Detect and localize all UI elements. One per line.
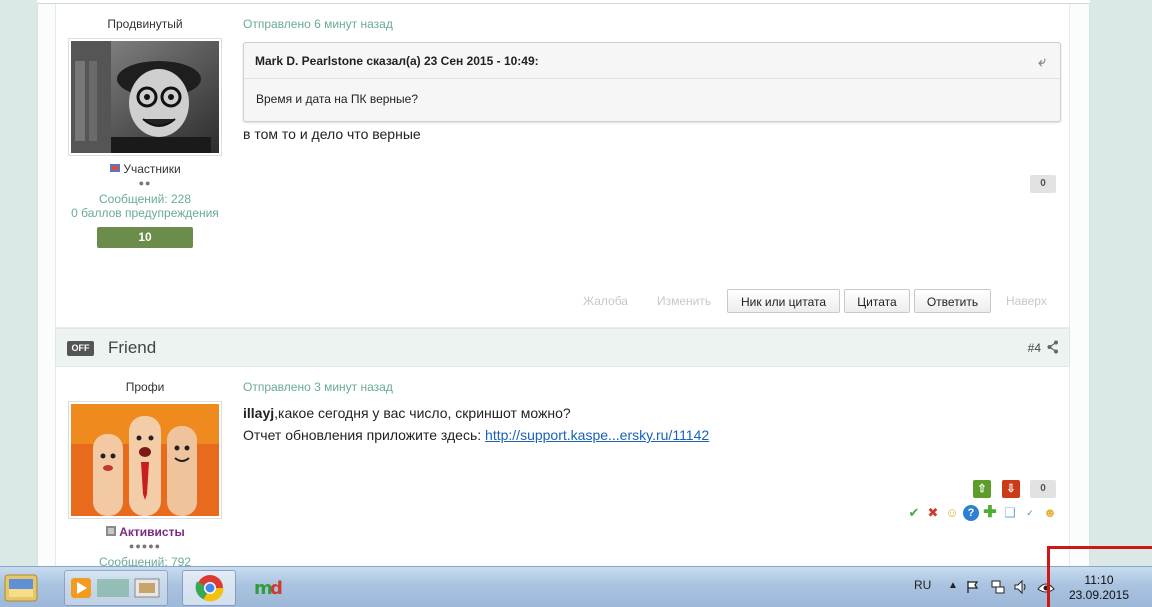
quote-header: Mark D. Pearlstone сказал(а) 23 Сен 2015… <box>244 43 1060 79</box>
taskbar-app-md[interactable]: m d <box>248 570 296 606</box>
group-icon <box>105 525 117 537</box>
plus-icon[interactable]: ✚ <box>982 505 998 521</box>
taskbar-app-chrome[interactable] <box>182 570 236 606</box>
edit-link[interactable]: Изменить <box>657 289 711 313</box>
message-line-1: ,какое сегодня у вас число, скриншот мож… <box>274 405 571 421</box>
forum-post: Профи Активисты ●●●●● Сообщений: 792 Отп… <box>55 367 1070 569</box>
post-date: Отправлено 6 минут назад <box>243 17 393 31</box>
start-button[interactable] <box>0 567 42 607</box>
author-group-label: Участники <box>123 162 181 176</box>
vote-count: 0 <box>1030 480 1056 498</box>
smile-icon[interactable]: ☺ <box>944 505 960 521</box>
post-message: в том то и дело что верные <box>243 126 421 142</box>
rank-pips: ●● <box>138 178 152 188</box>
avatar-image <box>71 404 219 516</box>
post-author-name[interactable]: Friend <box>108 338 156 358</box>
rank-pips: ●●●●● <box>128 541 162 551</box>
forum-post: Продвинутый Участники ●● Сообщений: 228 … <box>55 4 1070 328</box>
quote-text: Время и дата на ПК верные? <box>256 92 419 106</box>
message-count: Сообщений: 228 <box>98 192 192 206</box>
happy-icon[interactable]: ☻ <box>1042 505 1058 521</box>
moderation-icons: ✔ ✖ ☺ ? ✚ ❏ ✓ ☻ <box>906 505 1066 523</box>
share-icon[interactable] <box>1047 340 1059 354</box>
quote-block: Mark D. Pearlstone сказал(а) 23 Сен 2015… <box>243 42 1061 122</box>
post-author-panel: Профи Активисты ●●●●● Сообщений: 792 <box>56 380 234 569</box>
action-center-flag-icon[interactable] <box>966 580 980 594</box>
user-mention[interactable]: illayj <box>243 405 274 421</box>
spellcheck-icon[interactable]: ✓ <box>1022 505 1038 521</box>
windows-taskbar: m d RU ▲ 11:10 23.09.2015 <box>0 566 1152 607</box>
view-quoted-post-icon[interactable]: ⤶ <box>1038 43 1046 79</box>
support-link[interactable]: http://support.kaspe...ersky.ru/11142 <box>485 427 709 443</box>
help-icon[interactable]: ? <box>963 505 979 521</box>
author-group: Активисты <box>56 525 234 539</box>
author-rank: Профи <box>125 380 165 394</box>
author-rank: Продвинутый <box>107 17 183 31</box>
reputation-badge: 10 <box>97 227 193 248</box>
reply-button[interactable]: Ответить <box>914 289 991 313</box>
volume-icon[interactable] <box>1013 579 1029 595</box>
avatar[interactable] <box>68 38 222 156</box>
report-link[interactable]: Жалоба <box>583 289 628 313</box>
quote-button[interactable]: Цитата <box>844 289 910 313</box>
network-icon[interactable] <box>990 579 1006 595</box>
message-line-2: Отчет обновления приложите здесь: <box>243 427 486 443</box>
taskbar-app-media[interactable] <box>64 570 168 606</box>
post-message: illayj,какое сегодня у вас число, скринш… <box>243 402 1061 446</box>
avatar-image <box>71 41 219 153</box>
reject-icon[interactable]: ✖ <box>925 505 941 521</box>
back-to-top-link[interactable]: Наверх <box>1006 289 1047 313</box>
highlight-box <box>1047 546 1152 607</box>
vote-count: 0 <box>1030 175 1056 193</box>
vote-down-button[interactable]: ⇩ <box>1002 480 1020 498</box>
vote-up-button[interactable]: ⇧ <box>973 480 991 498</box>
post-header-bar: OFF Friend #4 <box>55 328 1070 367</box>
chat-icon[interactable]: ❏ <box>1002 505 1018 521</box>
post-actions: Жалоба Изменить Ник или цитата Цитата От… <box>579 289 1059 313</box>
warning-points[interactable]: 0 баллов предупреждения <box>56 206 234 220</box>
author-group: Участники <box>56 162 234 176</box>
post-body: Отправлено 6 минут назад Mark D. Pearlst… <box>243 17 1061 145</box>
show-hidden-icons[interactable]: ▲ <box>948 580 958 591</box>
svg-text:d: d <box>270 578 283 599</box>
quote-citation: Mark D. Pearlstone сказал(а) 23 Сен 2015… <box>255 54 539 68</box>
post-body: Отправлено 3 минут назад illayj,какое се… <box>243 380 1061 446</box>
language-indicator[interactable]: RU <box>914 578 931 592</box>
author-group-label: Активисты <box>119 525 185 539</box>
post-number-link[interactable]: #4 <box>1028 341 1041 355</box>
post-date: Отправлено 3 минут назад <box>243 380 393 394</box>
avatar[interactable] <box>68 401 222 519</box>
offline-status-badge: OFF <box>67 341 94 356</box>
nick-or-quote-button[interactable]: Ник или цитата <box>727 289 840 313</box>
group-icon <box>109 162 121 174</box>
approve-icon[interactable]: ✔ <box>906 505 922 521</box>
post-author-panel: Продвинутый Участники ●● Сообщений: 228 … <box>56 17 234 248</box>
